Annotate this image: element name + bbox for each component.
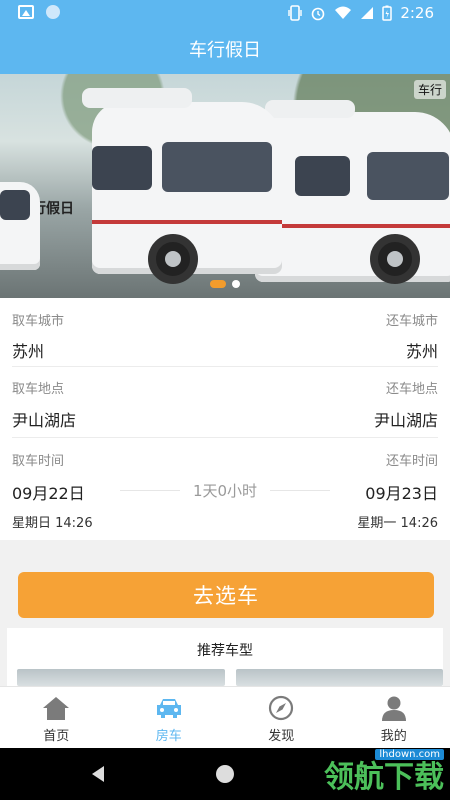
carousel-indicator[interactable] xyxy=(210,280,240,288)
pickup-location-value[interactable]: 尹山湖店 xyxy=(12,407,76,431)
tab-discover[interactable]: 发现 xyxy=(225,687,338,748)
tab-rv[interactable]: 房车 xyxy=(113,687,226,748)
van-wheel xyxy=(148,234,198,284)
choose-car-button[interactable]: 去选车 xyxy=(18,572,434,618)
return-date[interactable]: 09月23日 xyxy=(365,480,438,504)
alarm-icon xyxy=(312,7,325,21)
clock-time: 2:26 xyxy=(400,4,434,22)
return-location-value[interactable]: 尹山湖店 xyxy=(374,407,438,431)
recommended-model-thumbnail[interactable] xyxy=(17,669,225,686)
pickup-location-label: 取车地点 xyxy=(12,382,65,397)
home-icon xyxy=(43,697,70,720)
booking-form: 取车城市 还车城市 苏州 苏州 取车地点 还车地点 尹山湖店 尹山湖店 取车时间… xyxy=(0,298,450,540)
watermark: lhdown.com 领航下载 xyxy=(324,748,444,800)
van-image-left xyxy=(0,182,40,270)
vibrate-icon xyxy=(288,5,303,21)
page-title: 车行假日 xyxy=(0,28,450,74)
carousel-dot[interactable] xyxy=(232,280,240,288)
car-icon xyxy=(156,699,181,718)
pickup-date[interactable]: 09月22日 xyxy=(12,480,85,504)
return-time-label: 还车时间 xyxy=(385,454,438,469)
return-weekday-time[interactable]: 星期一 14:26 xyxy=(357,512,438,531)
compass-icon xyxy=(269,695,294,721)
system-nav-bar: lhdown.com 领航下载 xyxy=(0,748,450,800)
recommended-model-thumbnail[interactable] xyxy=(236,669,443,686)
status-bar: 2:26 xyxy=(0,0,450,28)
battery-icon xyxy=(382,5,393,21)
city-row[interactable]: 取车城市 还车城市 苏州 苏州 xyxy=(0,298,450,366)
home-button-icon[interactable] xyxy=(216,765,234,783)
watermark-text: 领航下载 xyxy=(324,760,444,795)
wifi-icon xyxy=(335,6,352,19)
rental-duration: 1天0小时 xyxy=(120,480,330,501)
tab-home[interactable]: 首页 xyxy=(0,687,113,748)
tab-label: 我的 xyxy=(380,729,407,744)
recommended-models-section: 推荐车型 xyxy=(7,628,443,686)
tab-mine[interactable]: 我的 xyxy=(338,687,450,748)
return-city-value[interactable]: 苏州 xyxy=(406,338,438,362)
recommended-models-title: 推荐车型 xyxy=(197,643,253,659)
pickup-time-label: 取车时间 xyxy=(12,454,65,469)
carousel-dot-active[interactable] xyxy=(210,280,226,288)
tab-label: 发现 xyxy=(268,729,295,744)
location-row[interactable]: 取车地点 还车地点 尹山湖店 尹山湖店 xyxy=(0,367,450,437)
banner-brand-label: 车行 xyxy=(413,80,446,99)
pickup-weekday-time[interactable]: 星期日 14:26 xyxy=(12,512,93,531)
back-icon[interactable] xyxy=(92,766,104,782)
pickup-city-label: 取车城市 xyxy=(12,314,65,329)
van-image-right xyxy=(255,100,450,282)
signal-icon xyxy=(361,7,374,19)
return-city-label: 还车城市 xyxy=(385,314,438,329)
banner-carousel[interactable]: 车行假日 车行 xyxy=(0,74,450,298)
image-icon xyxy=(18,5,34,19)
return-location-label: 还车地点 xyxy=(385,382,438,397)
user-icon xyxy=(381,696,406,721)
tab-label: 房车 xyxy=(155,729,182,744)
pickup-city-value[interactable]: 苏州 xyxy=(12,338,44,362)
watermark-url: lhdown.com xyxy=(375,749,444,760)
circle-icon xyxy=(46,5,60,19)
van-wheel xyxy=(370,234,420,284)
tab-label: 首页 xyxy=(43,729,70,744)
bottom-tab-bar: 首页 房车 发现 我的 xyxy=(0,686,450,748)
